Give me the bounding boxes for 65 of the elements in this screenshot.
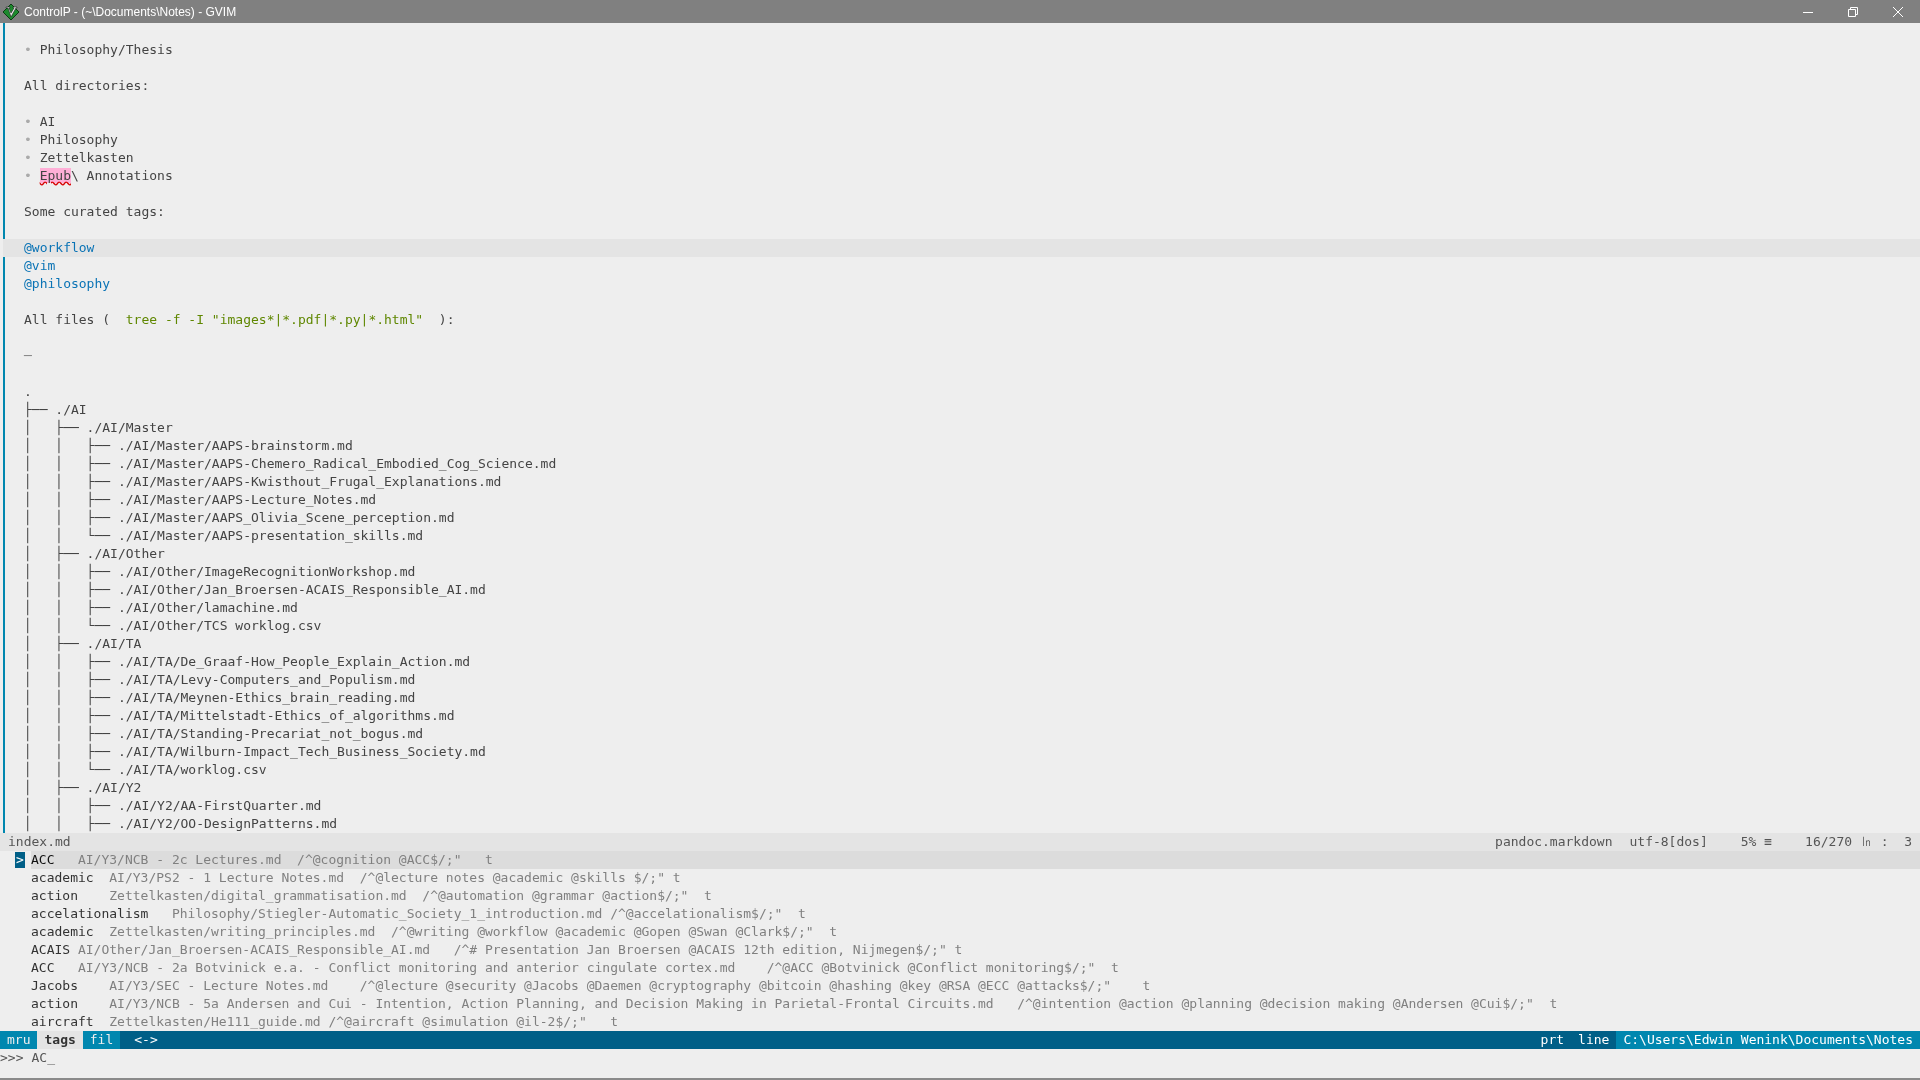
percent-label: 5% ≡ [1740, 833, 1773, 851]
text-line: @vim [23, 257, 57, 275]
match-row[interactable]: ACAIS AI/Other/Jan_Broersen-ACAIS_Responsible_AI.md /^# Presentation Jan Broersen @ACAIS 12th edition, Nijmegen$/;" t [31, 941, 1920, 959]
file-name: index.md [8, 833, 71, 851]
text-line: │ │ ├── ./AI/TA/De_Graaf-How_People_Explain_Action.md [23, 653, 472, 671]
text-line: │ │ ├── ./AI/Master/AAPS-Kwisthout_Frugal_Explanations.md [23, 473, 503, 491]
mode-tab[interactable]: mru [0, 1031, 38, 1049]
mode-switch-hint: <-> [133, 1031, 159, 1049]
filetype-label: pandoc.markdown [1495, 833, 1613, 851]
match-row[interactable]: aircraft Zettelkasten/He111_guide.md /^@aircraft @simulation @il-2$/;" t [31, 1013, 1920, 1031]
close-icon[interactable] [1892, 5, 1904, 18]
text-line: All files ( tree -f -I "images*|*.pdf|*.py|*.html" ): [23, 311, 456, 329]
match-row[interactable]: accelationalism Philosophy/Stiegler-Automatic_Society_1_introduction.md /^@accelationalism$/;" t [31, 905, 1920, 923]
match-row[interactable]: academic Zettelkasten/writing_principles.md /^@writing @workflow @academic @Gopen @Swan @Clark$/;" t [31, 923, 1920, 941]
restore-icon[interactable] [1847, 5, 1859, 18]
position-label: 16/270 ㏑ : 3 [1805, 833, 1912, 851]
prompt-input[interactable]: AC_ [31, 1049, 55, 1067]
scope-label: line [1577, 1031, 1611, 1049]
text-line: . [23, 383, 33, 401]
text-line: • AI [23, 113, 57, 131]
text-line: • Philosophy [23, 131, 119, 149]
text-line: │ ├── ./AI/Master [23, 419, 174, 437]
text-line: ─ [23, 347, 33, 365]
text-line: │ │ └── ./AI/TA/worklog.csv [23, 761, 268, 779]
text-line: │ │ ├── ./AI/TA/Wilburn-Impact_Tech_Business_Society.md [23, 743, 487, 761]
text-line: │ ├── ./AI/Other [23, 545, 166, 563]
text-line: │ │ ├── ./AI/TA/Levy-Computers_and_Populism.md [23, 671, 417, 689]
text-line: │ │ ├── ./AI/Other/ImageRecognitionWorkshop.md [23, 563, 417, 581]
text-line: │ │ └── ./AI/Master/AAPS-presentation_skills.md [23, 527, 425, 545]
text-line: │ │ ├── ./AI/Other/Jan_Broersen-ACAIS_Responsible_AI.md [23, 581, 487, 599]
text-line: @philosophy [23, 275, 112, 293]
prt-label: prt [1539, 1031, 1566, 1049]
mode-tab[interactable]: tags [37, 1031, 83, 1049]
encoding-label: utf-8[dos] [1629, 833, 1708, 851]
match-row[interactable]: ACC AI/Y3/NCB - 2a Botvinick e.a. - Conflict monitoring and anterior cingulate cortex.md /^@ACC @Botvinick @Conflict monitoring$/;" t [31, 959, 1920, 977]
text-line: │ │ ├── ./AI/Y2/OO-DesignPatterns.md [23, 815, 339, 833]
logo-icon [3, 3, 19, 20]
match-row[interactable]: action AI/Y3/NCB - 5a Andersen and Cui - Intention, Action Planning, and Decision Making in Parietal-Frontal Circuits.md /^@intention @action @planning @decision making @Andersen @Cui$/;" t [31, 995, 1920, 1013]
text-line: │ │ ├── ./AI/Other/lamachine.md [23, 599, 299, 617]
match-row[interactable]: Jacobs AI/Y3/SEC - Lecture Notes.md /^@lecture @security @Jacobs @Daemen @cryptography @bitcoin @hashing @key @RSA @ECC @attacks$/;" t [31, 977, 1920, 995]
text-line: │ │ ├── ./AI/Master/AAPS-brainstorm.md [23, 437, 354, 455]
match-row[interactable]: academic AI/Y3/PS2 - 1 Lecture Notes.md /^@lecture notes @academic @skills $/;" t [31, 869, 1920, 887]
text-line: │ ├── ./AI/TA [23, 635, 143, 653]
prompt-symbol: >>> [0, 1049, 24, 1067]
match-row[interactable]: ACC AI/Y3/NCB - 2c Lectures.md /^@cognition @ACC$/;" t [31, 851, 1920, 869]
text-line: │ │ ├── ./AI/TA/Mittelstadt-Ethics_of_algorithms.md [23, 707, 456, 725]
text-line: Some curated tags: [23, 203, 166, 221]
selection-marker: > [15, 852, 25, 868]
text-line: ├── ./AI [23, 401, 88, 419]
text-line: All directories: [23, 77, 151, 95]
directory-path: C:\Users\Edwin Wenink\Documents\Notes [1616, 1031, 1920, 1049]
text-line: │ │ ├── ./AI/Y2/AA-FirstQuarter.md [23, 797, 323, 815]
text-line: │ │ ├── ./AI/TA/Meynen-Ethics_brain_reading.md [23, 689, 417, 707]
text-line: │ │ ├── ./AI/Master/AAPS-Chemero_Radical_Embodied_Cog_Science.md [23, 455, 558, 473]
text-line: │ │ ├── ./AI/TA/Standing-Precariat_not_bogus.md [23, 725, 425, 743]
text-line: • Philosophy/Thesis [23, 41, 174, 59]
match-row[interactable]: action Zettelkasten/digital_grammatisation.md /^@automation @grammar @action$/;" t [31, 887, 1920, 905]
text-line: │ │ └── ./AI/Other/TCS worklog.csv [23, 617, 323, 635]
text-line: │ ├── ./AI/Y2 [23, 779, 143, 797]
text-line: • Epub\ Annotations [23, 167, 174, 185]
text-line: • Zettelkasten [23, 149, 135, 167]
text-line: │ │ ├── ./AI/Master/AAPS-Lecture_Notes.md [23, 491, 378, 509]
text-line: │ │ ├── ./AI/Master/AAPS_Olivia_Scene_perception.md [23, 509, 456, 527]
mode-tab[interactable]: fil [82, 1031, 121, 1049]
window-title: ControlP - (~\Documents\Notes) - GVIM [24, 4, 237, 19]
